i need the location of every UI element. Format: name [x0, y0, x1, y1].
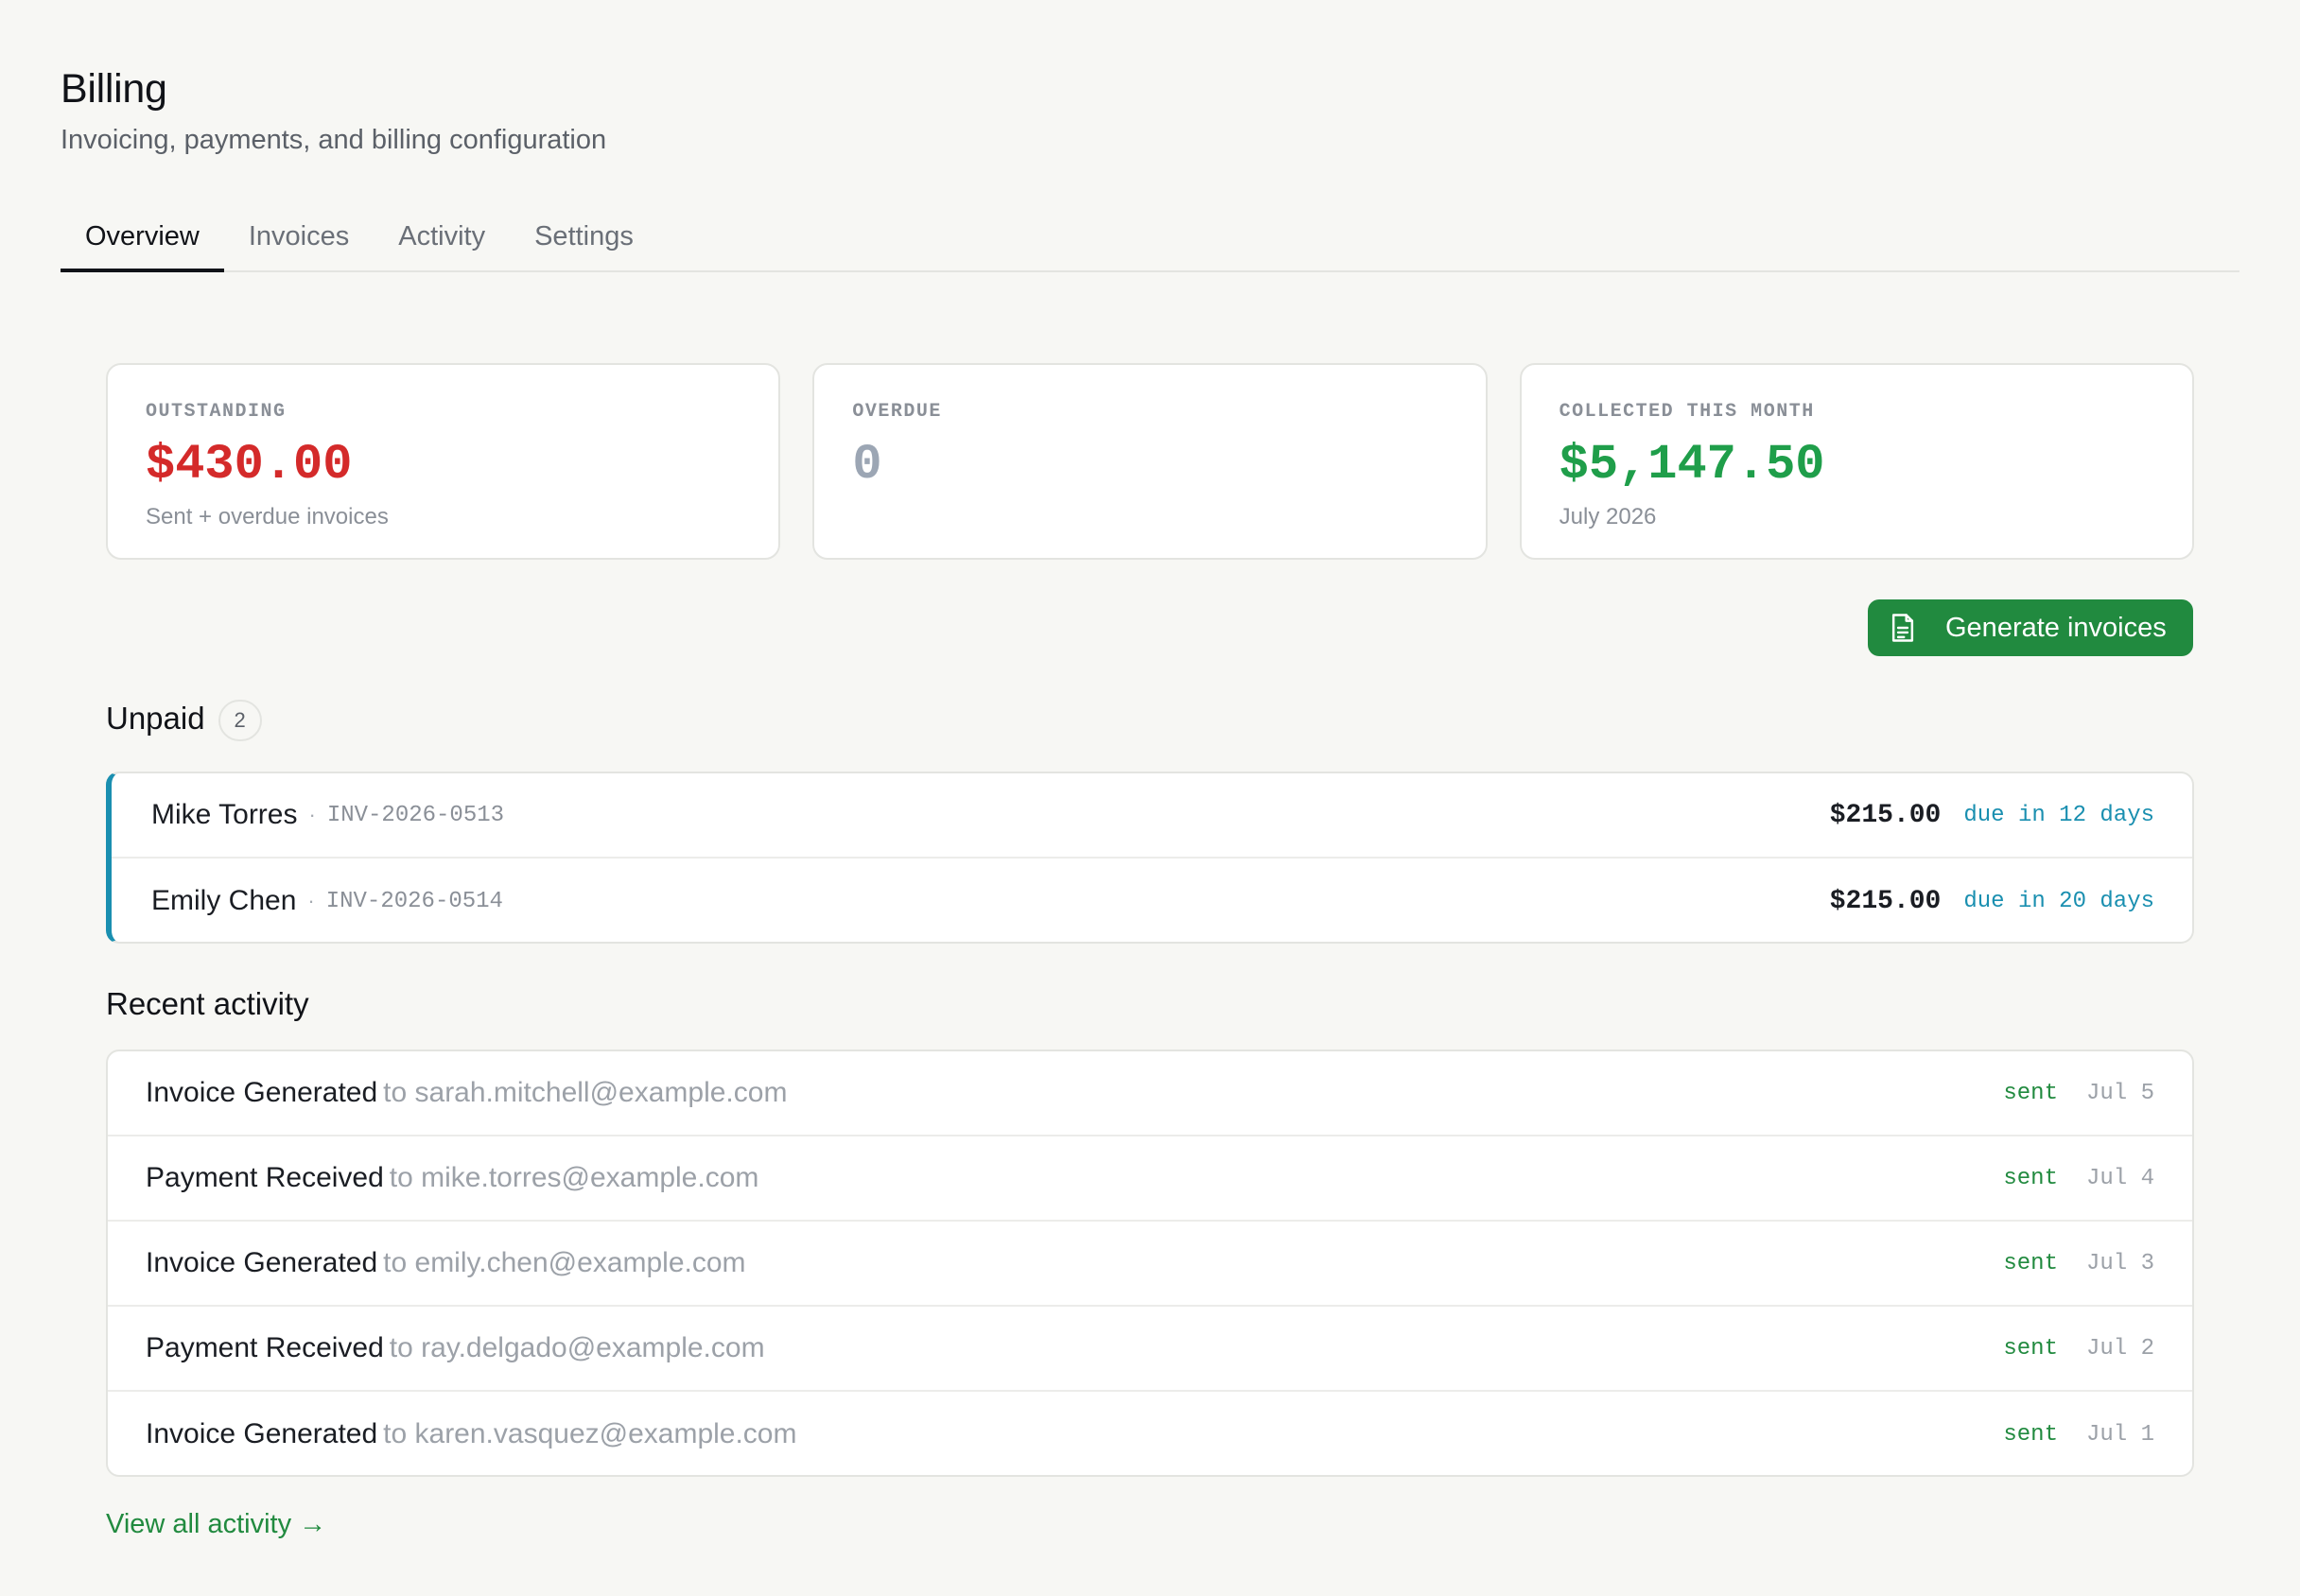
overdue-value: 0: [852, 437, 882, 493]
generate-invoices-label: Generate invoices: [1945, 612, 2167, 643]
activity-row[interactable]: Invoice Generated to emily.chen@example.…: [108, 1222, 2192, 1307]
document-icon: [1889, 613, 1917, 643]
activity-event: Payment Received: [146, 1162, 384, 1193]
activity-status: sent: [2003, 1335, 2058, 1362]
billing-page: Billing Invoicing, payments, and billing…: [0, 0, 2300, 1596]
activity-date: Jul 4: [2085, 1165, 2154, 1191]
page-subtitle: Invoicing, payments, and billing configu…: [61, 125, 607, 155]
collected-card: COLLECTED THIS MONTH $5,147.50 July 2026: [1519, 363, 2194, 560]
page-title: Billing: [61, 66, 167, 112]
activity-event: Invoice Generated: [146, 1077, 378, 1108]
activity-status: sent: [2003, 1165, 2058, 1191]
unpaid-row[interactable]: Emily Chen · INV-2026-0514 $215.00 due i…: [112, 859, 2192, 942]
invoice-amount: $215.00: [1829, 800, 1942, 830]
activity-recipient: to mike.torres@example.com: [389, 1162, 759, 1193]
activity-row[interactable]: Invoice Generated to sarah.mitchell@exam…: [108, 1051, 2192, 1136]
due-status: due in 12 days: [1963, 802, 2154, 828]
activity-event: Payment Received: [146, 1332, 384, 1363]
client-name: Mike Torres: [151, 799, 298, 830]
unpaid-title: Unpaid: [106, 701, 205, 736]
activity-date: Jul 5: [2085, 1080, 2154, 1106]
outstanding-label: OUTSTANDING: [146, 401, 287, 423]
activity-recipient: to karen.vasquez@example.com: [383, 1418, 797, 1449]
unpaid-heading: Unpaid 2: [106, 698, 262, 742]
generate-invoices-button[interactable]: Generate invoices: [1868, 599, 2193, 656]
overdue-card: OVERDUE 0: [812, 363, 1488, 560]
recent-activity-title: Recent activity: [106, 986, 309, 1021]
outstanding-note: Sent + overdue invoices: [146, 504, 389, 529]
tab-bar: Overview Invoices Activity Settings: [61, 210, 2239, 272]
activity-date: Jul 1: [2085, 1421, 2154, 1448]
invoice-amount: $215.00: [1829, 886, 1942, 916]
activity-recipient: to sarah.mitchell@example.com: [383, 1077, 788, 1108]
client-name: Emily Chen: [151, 885, 297, 916]
activity-recipient: to emily.chen@example.com: [383, 1247, 746, 1278]
separator: ·: [308, 803, 316, 826]
activity-row[interactable]: Payment Received to ray.delgado@example.…: [108, 1307, 2192, 1392]
outstanding-value: $430.00: [146, 437, 353, 493]
stat-cards: OUTSTANDING $430.00 Sent + overdue invoi…: [106, 363, 2194, 560]
collected-label: COLLECTED THIS MONTH: [1559, 401, 1815, 423]
tab-invoices[interactable]: Invoices: [224, 210, 374, 272]
activity-date: Jul 3: [2085, 1250, 2154, 1276]
unpaid-row[interactable]: Mike Torres · INV-2026-0513 $215.00 due …: [112, 773, 2192, 859]
invoice-number: INV-2026-0514: [325, 888, 503, 914]
activity-date: Jul 2: [2085, 1335, 2154, 1362]
collected-note: July 2026: [1559, 504, 1657, 529]
activity-row[interactable]: Payment Received to mike.torres@example.…: [108, 1136, 2192, 1222]
due-status: due in 20 days: [1963, 888, 2154, 914]
activity-status: sent: [2003, 1080, 2058, 1106]
tab-activity[interactable]: Activity: [374, 210, 510, 272]
activity-list: Invoice Generated to sarah.mitchell@exam…: [106, 1050, 2194, 1477]
overdue-label: OVERDUE: [852, 401, 942, 423]
tab-settings[interactable]: Settings: [510, 210, 658, 272]
outstanding-card: OUTSTANDING $430.00 Sent + overdue invoi…: [106, 363, 781, 560]
unpaid-list: Mike Torres · INV-2026-0513 $215.00 due …: [106, 772, 2194, 944]
invoice-number: INV-2026-0513: [326, 802, 505, 828]
collected-value: $5,147.50: [1559, 437, 1825, 493]
activity-recipient: to ray.delgado@example.com: [389, 1332, 765, 1363]
unpaid-count-badge: 2: [218, 700, 262, 742]
page-header: Billing Invoicing, payments, and billing…: [61, 62, 606, 159]
activity-status: sent: [2003, 1250, 2058, 1276]
activity-row[interactable]: Invoice Generated to karen.vasquez@examp…: [108, 1392, 2192, 1475]
activity-status: sent: [2003, 1421, 2058, 1448]
tab-overview[interactable]: Overview: [61, 210, 224, 272]
separator: ·: [307, 889, 315, 912]
activity-event: Invoice Generated: [146, 1247, 378, 1278]
view-all-activity-link[interactable]: View all activity →: [106, 1505, 326, 1543]
activity-event: Invoice Generated: [146, 1418, 378, 1449]
